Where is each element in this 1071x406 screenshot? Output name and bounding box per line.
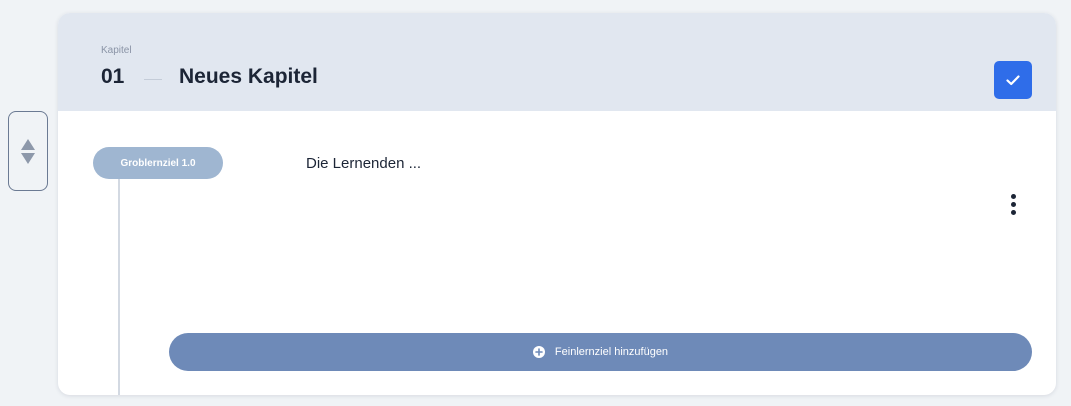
goal-text[interactable]: Die Lernenden ... <box>306 155 421 172</box>
chapter-title[interactable]: Neues Kapitel <box>179 65 318 89</box>
more-vertical-icon <box>1010 193 1016 199</box>
chapter-number: 01 <box>101 65 125 88</box>
confirm-button[interactable] <box>994 61 1032 99</box>
goal-badge: Groblernziel 1.0 <box>93 147 223 179</box>
more-options-button[interactable] <box>1002 191 1024 217</box>
add-sub-goal-button[interactable]: Feinlernziel hinzufügen <box>169 333 1032 371</box>
chapter-caption: Kapitel <box>101 45 132 56</box>
move-up-icon[interactable] <box>21 138 35 150</box>
more-vertical-icon-dot <box>1010 201 1016 207</box>
checkmark-icon <box>1006 74 1020 85</box>
page: Kapitel 01 Neues Kapitel Groblernziel 1.… <box>0 0 1071 406</box>
chapter-header: Kapitel 01 Neues Kapitel <box>58 13 1056 111</box>
add-sub-goal-label: Feinlernziel hinzufügen <box>554 346 669 358</box>
timeline-line <box>118 149 120 395</box>
chapter-divider <box>144 79 162 80</box>
move-down-icon[interactable] <box>21 152 35 164</box>
chapter-card: Kapitel 01 Neues Kapitel Groblernziel 1.… <box>58 13 1056 395</box>
more-vertical-icon-dot <box>1010 209 1016 215</box>
reorder-control[interactable] <box>8 111 48 191</box>
plus-circle-icon <box>532 346 545 358</box>
